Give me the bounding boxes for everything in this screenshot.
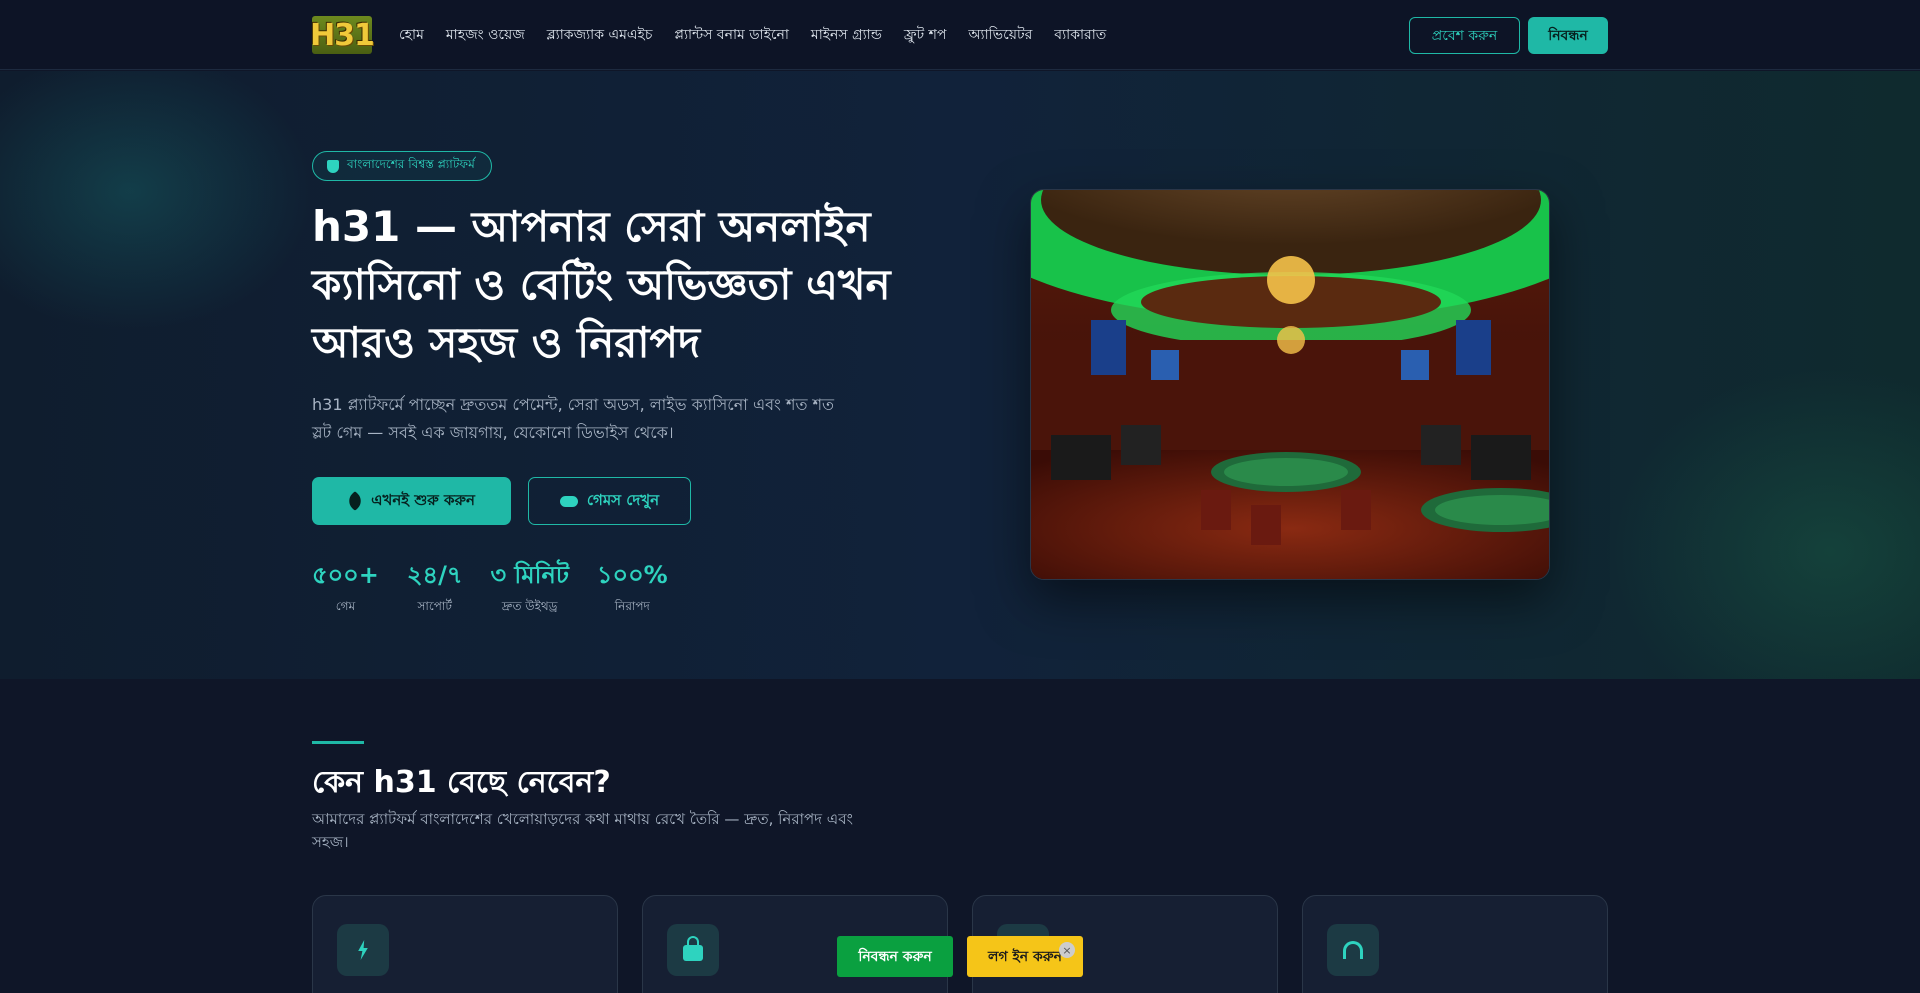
nav-baccarat[interactable]: ব্যাকারাত xyxy=(1054,23,1106,47)
stat-value: ৫০০+ xyxy=(312,561,379,589)
floating-register-button[interactable]: নিবন্ধন করুন xyxy=(837,936,953,977)
nav-mines-grand[interactable]: মাইনস গ্র্যান্ড xyxy=(811,23,882,47)
stat-value: ১০০% xyxy=(596,561,668,589)
stat-label: দ্রুত উইথড্র xyxy=(501,599,558,613)
nav-blackjack-mh[interactable]: ব্ল্যাকজ্যাক এমএইচ xyxy=(547,23,653,47)
nav-home[interactable]: হোম xyxy=(399,23,424,47)
trust-badge: বাংলাদেশের বিশ্বস্ত প্ল্যাটফর্ম xyxy=(312,151,492,181)
hero-stats: ৫০০+ গেম ২৪/৭ সাপোর্ট ৩ মিনিট দ্রুত উইথড… xyxy=(312,558,668,618)
site-header: H31 হোম মাহজং ওয়েজ ব্ল্যাকজ্যাক এমএইচ প… xyxy=(0,0,1920,70)
headset-icon xyxy=(1343,941,1363,959)
stat-label: গেম xyxy=(335,599,356,613)
hero-section xyxy=(0,71,1920,679)
features-title: কেন h31 বেছে নেবেন? xyxy=(312,765,611,800)
bolt-icon xyxy=(358,940,368,960)
nav-plants-vs-dino[interactable]: প্ল্যান্টস বনাম ডাইনো xyxy=(674,23,789,47)
rocket-icon xyxy=(345,491,365,511)
stat-label: সাপোর্ট xyxy=(417,599,452,613)
stat-secure: ১০০% নিরাপদ xyxy=(597,558,668,618)
stat-label: নিরাপদ xyxy=(614,599,650,613)
trust-badge-label: বাংলাদেশের বিশ্বস্ত প্ল্যাটফর্ম xyxy=(347,157,475,171)
nav-aviator[interactable]: অ্যাভিয়েটর xyxy=(968,23,1032,47)
view-games-label: গেমস দেখুন xyxy=(586,490,660,509)
stat-withdraw: ৩ মিনিট দ্রুত উইথড্র xyxy=(490,558,568,618)
stat-support: ২৪/৭ সাপোর্ট xyxy=(407,558,463,618)
view-games-button[interactable]: গেমস দেখুন xyxy=(528,477,691,525)
features-subtitle: আমাদের প্ল্যাটফর্ম বাংলাদেশের খেলোয়াড়দ… xyxy=(312,810,854,851)
section-divider xyxy=(312,741,364,744)
feature-card-support xyxy=(1302,895,1608,993)
start-now-button[interactable]: এখনই শুরু করুন xyxy=(312,477,511,525)
casino-hall-image xyxy=(1030,189,1550,580)
shield-icon xyxy=(327,159,339,173)
header-register-button[interactable]: নিবন্ধন xyxy=(1528,17,1608,54)
site-logo[interactable]: H31 xyxy=(310,16,375,54)
feature-icon-box xyxy=(337,924,389,976)
start-now-label: এখনই শুরু করুন xyxy=(371,490,475,509)
nav-mahjong-ways[interactable]: মাহজং ওয়েজ xyxy=(446,23,525,47)
header-login-button[interactable]: প্রবেশ করুন xyxy=(1409,17,1520,54)
nav-fruit-shop[interactable]: ফ্রুট শপ xyxy=(904,23,947,47)
gamepad-icon xyxy=(559,495,578,507)
hero-subtitle: h31 প্ল্যাটফর্মে পাচ্ছেন দ্রুততম পেমেন্ট… xyxy=(312,395,835,442)
main-nav: হোম মাহজং ওয়েজ ব্ল্যাকজ্যাক এমএইচ প্ল্য… xyxy=(399,0,1106,70)
close-icon[interactable]: × xyxy=(1059,942,1075,958)
stat-games: ৫০০+ গেম xyxy=(312,558,379,618)
lock-icon xyxy=(683,936,703,961)
feature-icon-box xyxy=(1327,924,1379,976)
hero-title: h31 — আপনার সেরা অনলাইন ক্যাসিনো ও বেটিং… xyxy=(312,202,891,367)
stat-value: ২৪/৭ xyxy=(406,561,463,589)
feature-card-speed xyxy=(312,895,618,993)
stat-value: ৩ মিনিট xyxy=(490,561,569,589)
feature-icon-box xyxy=(667,924,719,976)
